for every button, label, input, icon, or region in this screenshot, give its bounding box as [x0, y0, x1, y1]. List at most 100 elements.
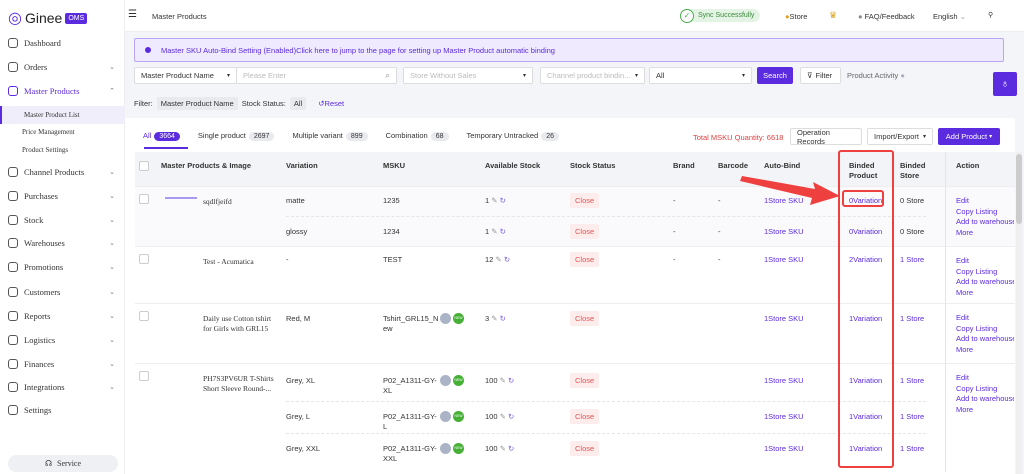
binding-select[interactable]: Channel product bindin... ▾: [540, 67, 645, 84]
sidebar-item-customers[interactable]: Customers ⌄: [0, 281, 125, 303]
auto-bind-link[interactable]: 1Store SKU: [764, 444, 804, 453]
tab-2[interactable]: Multiple variant 899: [292, 131, 368, 141]
logo[interactable]: ◎ Ginee OMS: [8, 8, 88, 28]
sync-icon[interactable]: ↻: [508, 376, 514, 385]
action-add-to-warehouse[interactable]: Add to warehouse: [956, 217, 1014, 226]
action-edit[interactable]: Edit: [956, 313, 1014, 322]
stock-status-badge[interactable]: Close: [570, 373, 600, 388]
stock-status-badge[interactable]: Close: [570, 409, 600, 424]
action-edit[interactable]: Edit: [956, 256, 1014, 265]
filter-chip-stock[interactable]: All: [289, 97, 307, 110]
sync-icon[interactable]: ↻: [508, 444, 514, 453]
reset-link[interactable]: ↺Reset: [318, 99, 344, 108]
sidebar-item-purchases[interactable]: Purchases ⌄: [0, 185, 125, 207]
sidebar-item-reports[interactable]: Reports ⌄: [0, 305, 125, 327]
row-checkbox[interactable]: [139, 371, 149, 381]
sidebar-item-integrations[interactable]: Integrations ⌄: [0, 376, 125, 398]
auto-bind-link[interactable]: 1Store SKU: [764, 227, 804, 236]
tab-3[interactable]: Combination 68: [386, 131, 449, 141]
binded-store[interactable]: 1 Store: [900, 255, 924, 264]
stock-status-badge[interactable]: Close: [570, 252, 600, 267]
search-button[interactable]: Search: [757, 67, 793, 84]
binded-store[interactable]: 1 Store: [900, 412, 924, 421]
import-export-button[interactable]: Import/Export ▾: [867, 128, 933, 145]
scrollbar[interactable]: [1016, 152, 1022, 474]
product-name[interactable]: PH7S3PV6UR T-Shirts Short Sleeve Round-.…: [203, 374, 281, 394]
action-add-to-warehouse[interactable]: Add to warehouse: [956, 394, 1014, 403]
store-link[interactable]: ●Store: [785, 12, 807, 21]
binded-store[interactable]: 1 Store: [900, 444, 924, 453]
user-avatar-icon[interactable]: ⚲: [988, 11, 993, 19]
binded-store[interactable]: 0 Store: [900, 227, 924, 236]
action-more[interactable]: More: [956, 405, 1014, 414]
row-checkbox[interactable]: [139, 311, 149, 321]
edit-icon[interactable]: ✎: [500, 412, 506, 421]
binded-store[interactable]: 0 Store: [900, 196, 924, 205]
stock-status-badge[interactable]: Close: [570, 311, 600, 326]
stock-status-badge[interactable]: Close: [570, 193, 600, 208]
product-name[interactable]: Daily use Cotton tshirt for Girls with G…: [203, 314, 281, 334]
filter-button[interactable]: ⊽ Filter: [800, 67, 841, 84]
lightbulb-button[interactable]: ♁: [993, 72, 1017, 96]
crown-icon[interactable]: ♛: [829, 10, 837, 21]
sync-status[interactable]: ✓ Sync Successfully: [680, 8, 761, 23]
action-copy-listing[interactable]: Copy Listing: [956, 207, 1014, 216]
store-select[interactable]: Store Without Sales ▾: [403, 67, 533, 84]
edit-icon[interactable]: ✎: [500, 376, 506, 385]
service-button[interactable]: ☊ Service: [8, 455, 118, 472]
edit-icon[interactable]: ✎: [495, 255, 501, 264]
row-checkbox[interactable]: [139, 254, 149, 264]
action-copy-listing[interactable]: Copy Listing: [956, 384, 1014, 393]
product-image[interactable]: [165, 197, 197, 199]
tab-4[interactable]: Temporary Untracked 26: [467, 131, 559, 141]
action-copy-listing[interactable]: Copy Listing: [956, 267, 1014, 276]
product-name[interactable]: sqdlfjeifd: [203, 197, 281, 207]
sync-icon[interactable]: ↻: [504, 255, 510, 264]
scrollbar-thumb[interactable]: [1016, 154, 1022, 224]
sidebar-sub-item[interactable]: Price Management: [0, 123, 125, 141]
sidebar-item-logistics[interactable]: Logistics ⌄: [0, 329, 125, 351]
sync-icon[interactable]: ↻: [500, 227, 506, 236]
binded-store[interactable]: 1 Store: [900, 314, 924, 323]
sidebar-item-dashboard[interactable]: Dashboard: [0, 32, 125, 54]
sidebar-sub-item[interactable]: Product Settings: [0, 141, 125, 159]
auto-bind-link[interactable]: 1Store SKU: [764, 255, 804, 264]
product-activity[interactable]: Product Activity ●: [847, 71, 905, 80]
action-copy-listing[interactable]: Copy Listing: [956, 324, 1014, 333]
sync-icon[interactable]: ↻: [500, 314, 506, 323]
sidebar-item-promotions[interactable]: Promotions ⌄: [0, 256, 125, 278]
add-product-button[interactable]: Add Product ▾: [938, 128, 1000, 145]
action-add-to-warehouse[interactable]: Add to warehouse: [956, 277, 1014, 286]
sidebar-item-channel-products[interactable]: Channel Products ⌄: [0, 161, 125, 183]
operation-records-button[interactable]: Operation Records: [790, 128, 862, 146]
action-add-to-warehouse[interactable]: Add to warehouse: [956, 334, 1014, 343]
sync-icon[interactable]: ↻: [500, 196, 506, 205]
faq-link[interactable]: ● FAQ/Feedback: [858, 12, 915, 21]
select-all-checkbox[interactable]: [139, 161, 149, 171]
sidebar-item-orders[interactable]: Orders ⌄: [0, 56, 125, 78]
action-edit[interactable]: Edit: [956, 373, 1014, 382]
menu-toggle-icon[interactable]: ☰: [128, 9, 137, 20]
filter-chip-name[interactable]: Master Product Name: [156, 97, 238, 110]
sidebar-item-finances[interactable]: Finances ⌄: [0, 353, 125, 375]
edit-icon[interactable]: ✎: [500, 444, 506, 453]
sidebar-item-master-products[interactable]: Master Products ⌃: [0, 80, 125, 102]
stock-status-badge[interactable]: Close: [570, 441, 600, 456]
sidebar-item-settings[interactable]: Settings: [0, 399, 125, 421]
sidebar-sub-item[interactable]: Master Product List: [0, 106, 125, 124]
action-more[interactable]: More: [956, 288, 1014, 297]
edit-icon[interactable]: ✎: [491, 314, 497, 323]
product-name[interactable]: Test - Acumatica: [203, 257, 281, 267]
sidebar-item-stock[interactable]: Stock ⌄: [0, 209, 125, 231]
all-select[interactable]: All ▾: [649, 67, 752, 84]
stock-status-badge[interactable]: Close: [570, 224, 600, 239]
sidebar-item-warehouses[interactable]: Warehouses ⌄: [0, 232, 125, 254]
tab-0[interactable]: All 3664: [143, 131, 180, 141]
row-checkbox[interactable]: [139, 194, 149, 204]
binded-store[interactable]: 1 Store: [900, 376, 924, 385]
action-edit[interactable]: Edit: [956, 196, 1014, 205]
language-select[interactable]: English ⌄: [933, 12, 966, 21]
action-more[interactable]: More: [956, 345, 1014, 354]
sync-icon[interactable]: ↻: [508, 412, 514, 421]
auto-bind-link[interactable]: 1Store SKU: [764, 412, 804, 421]
